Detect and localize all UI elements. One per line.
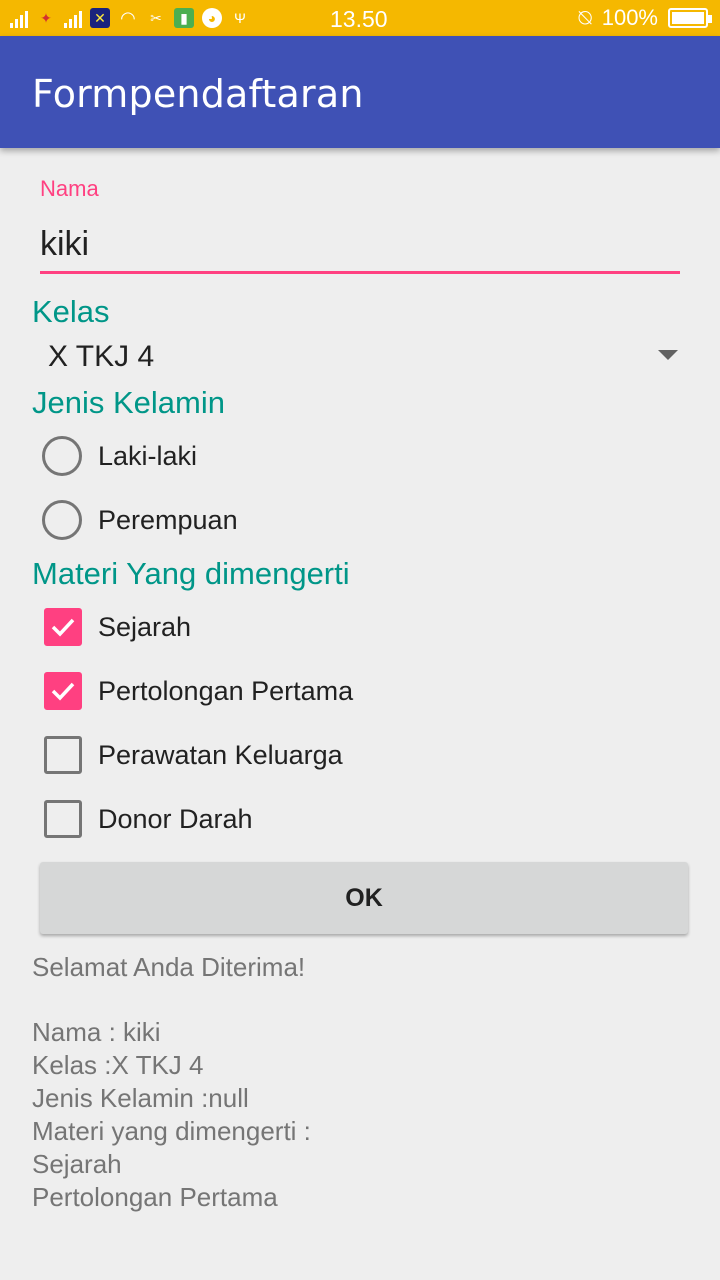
radio-perempuan[interactable]: Perempuan (42, 496, 238, 544)
android-icon: ◕ (202, 8, 222, 28)
result-line: Sejarah (32, 1149, 122, 1179)
name-label: Nama (40, 176, 99, 201)
battery-icon (668, 8, 712, 28)
checkbox-perawatan-keluarga[interactable]: Perawatan Keluarga (42, 731, 343, 779)
result-details: Nama : kiki Kelas :X TKJ 4 Jenis Kelamin… (32, 1016, 311, 1214)
checkbox-checked-icon[interactable] (44, 672, 82, 710)
checkbox-pertolongan-pertama[interactable]: Pertolongan Pertama (42, 667, 353, 715)
radio-circle-icon[interactable] (42, 500, 82, 540)
usb-icon: Ψ (234, 10, 246, 26)
checkbox-checked-icon[interactable] (44, 608, 82, 646)
radio-label: Perempuan (98, 504, 238, 535)
battery-percent: 100% (601, 5, 658, 30)
alarm-off-icon: ⍉ (578, 5, 592, 30)
app-title: Formpendaftaran (32, 72, 364, 116)
checkbox-label: Donor Darah (98, 803, 253, 834)
gender-label: Jenis Kelamin (32, 385, 225, 420)
result-greeting: Selamat Anda Diterima! (32, 952, 306, 982)
result-line: Materi yang dimengerti : (32, 1116, 311, 1146)
kelas-selected-value: X TKJ 4 (48, 340, 155, 373)
sim-icon: ✦ (40, 10, 52, 26)
result-line: Jenis Kelamin :null (32, 1083, 249, 1113)
checkbox-sejarah[interactable]: Sejarah (42, 603, 191, 651)
status-bar: ✦ ✕ ◠ ✂ ▮ ◕ Ψ 13.50 ⍉ 100% (0, 0, 720, 36)
ok-button[interactable]: OK (40, 862, 688, 934)
radio-label: Laki-laki (98, 440, 198, 471)
checkbox-label: Perawatan Keluarga (98, 739, 343, 770)
signal-icon (10, 8, 28, 28)
radio-circle-icon[interactable] (42, 436, 82, 476)
checkbox-label: Sejarah (98, 611, 192, 642)
name-input[interactable] (40, 218, 680, 274)
clock: 13.50 (330, 6, 388, 32)
wifi-icon: ◠ (120, 8, 136, 28)
result-line: Nama : kiki (32, 1017, 161, 1047)
app-bar: Formpendaftaran (0, 36, 720, 148)
dropdown-arrow-icon (658, 350, 678, 360)
materi-label: Materi Yang dimengerti (32, 556, 350, 591)
result-line: Pertolongan Pertama (32, 1182, 278, 1212)
checkbox-label: Pertolongan Pertama (98, 675, 354, 706)
signal-icon (64, 8, 82, 28)
kelas-spinner[interactable]: X TKJ 4 (32, 334, 692, 382)
radio-laki-laki[interactable]: Laki-laki (42, 432, 197, 480)
battery-small-icon: ▮ (174, 8, 194, 28)
checkbox-unchecked-icon[interactable] (44, 736, 82, 774)
checkbox-donor-darah[interactable]: Donor Darah (42, 795, 253, 843)
usb-debug-icon: ✂ (150, 10, 162, 26)
sim-icon: ✕ (90, 8, 110, 28)
checkbox-unchecked-icon[interactable] (44, 800, 82, 838)
result-line: Kelas :X TKJ 4 (32, 1050, 204, 1080)
kelas-label: Kelas (32, 294, 110, 329)
